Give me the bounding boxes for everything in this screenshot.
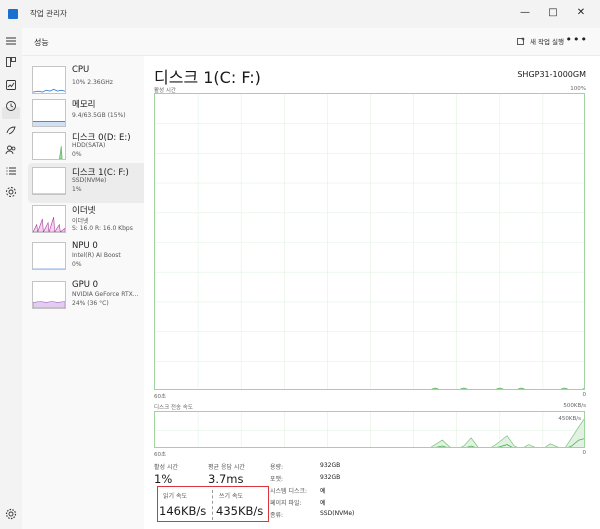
performance-icon[interactable] bbox=[5, 79, 17, 91]
maximize-button[interactable]: □ bbox=[546, 6, 560, 20]
stats-divider bbox=[212, 490, 213, 520]
device-name: CPU bbox=[72, 65, 90, 75]
capacity-value: 932GB bbox=[320, 462, 341, 469]
disk-detail-panel: 디스크 1(C: F:) SHGP31-1000GM 활성 시간 100% 60… bbox=[144, 56, 600, 529]
device-item-npu[interactable]: NPU 0 Intel(R) AI Boost 0% bbox=[28, 238, 160, 278]
npu-thumbnail-chart bbox=[32, 242, 66, 270]
disk-0-thumbnail-chart bbox=[32, 132, 66, 160]
device-detail: 10% 2.36GHz bbox=[72, 79, 113, 86]
active-time-chart-time-end: 0 bbox=[582, 392, 587, 398]
device-list: CPU 10% 2.36GHz 메모리 9.4/63.5GB (15%) 디스크… bbox=[22, 56, 160, 529]
device-type: NVIDIA GeForce RTX... bbox=[72, 291, 139, 298]
device-type: 이더넷 bbox=[72, 218, 89, 225]
device-usage: 1% bbox=[72, 186, 82, 193]
gpu-thumbnail-chart bbox=[32, 281, 66, 309]
settings-gear-icon[interactable] bbox=[5, 508, 17, 520]
device-usage: 0% bbox=[72, 261, 82, 268]
active-time-value: 1% bbox=[154, 472, 173, 486]
new-task-icon bbox=[517, 37, 525, 45]
page-file-value: 예 bbox=[320, 500, 326, 507]
system-disk-value: 예 bbox=[320, 488, 326, 495]
transfer-chart-svg bbox=[155, 412, 584, 447]
read-speed-value: 146KB/s bbox=[159, 504, 207, 518]
toolbar: 성능 새 작업 실행 ••• bbox=[22, 28, 600, 56]
active-time-area bbox=[431, 387, 584, 389]
device-name: 이더넷 bbox=[72, 206, 96, 216]
cpu-thumbnail-chart bbox=[32, 66, 66, 94]
title-bar: 작업 관리자 — □ ✕ bbox=[0, 0, 600, 28]
hamburger-menu-icon[interactable] bbox=[5, 35, 17, 47]
device-item-ethernet[interactable]: 이더넷 이더넷 S: 16.0 R: 16.0 Kbps bbox=[28, 201, 160, 241]
active-time-chart bbox=[154, 93, 585, 390]
run-new-task-label: 새 작업 실행 bbox=[529, 38, 564, 46]
active-time-chart-svg bbox=[155, 94, 584, 389]
device-item-disk-0[interactable]: 디스크 0(D: E:) HDD(SATA) 0% bbox=[28, 128, 160, 168]
active-time-chart-max: 100% bbox=[570, 86, 586, 92]
device-usage: 0% bbox=[72, 151, 82, 158]
details-icon[interactable] bbox=[5, 165, 17, 177]
write-speed-value: 435KB/s bbox=[216, 504, 264, 518]
window-title: 작업 관리자 bbox=[30, 9, 67, 18]
disk-model: SHGP31-1000GM bbox=[517, 70, 586, 79]
avg-response-label: 평균 응답 시간 bbox=[208, 464, 245, 471]
read-rate-series bbox=[435, 438, 584, 447]
device-usage: 24% (36 °C) bbox=[72, 300, 109, 307]
task-manager-icon bbox=[8, 9, 18, 19]
device-name: 메모리 bbox=[72, 100, 96, 110]
avg-response-value: 3.7ms bbox=[208, 472, 244, 486]
minimize-button[interactable]: — bbox=[518, 6, 532, 20]
startup-apps-icon[interactable] bbox=[5, 124, 17, 136]
navigation-rail bbox=[0, 28, 22, 529]
disk-1-thumbnail-chart bbox=[32, 167, 66, 195]
device-item-disk-1[interactable]: 디스크 1(C: F:) SSD(NVMe) 1% bbox=[28, 163, 160, 203]
page-title: 성능 bbox=[34, 38, 49, 47]
transfer-chart: 450KB/s bbox=[154, 411, 585, 448]
ethernet-thumbnail-chart bbox=[32, 205, 66, 233]
active-time-chart-time-start: 60초 bbox=[154, 394, 167, 400]
device-detail: 9.4/63.5GB (15%) bbox=[72, 112, 126, 119]
transfer-chart-time-start: 60초 bbox=[154, 452, 167, 458]
capacity-label: 용량: bbox=[270, 464, 284, 471]
processes-icon[interactable] bbox=[5, 56, 17, 68]
type-value: SSD(NVMe) bbox=[320, 510, 355, 517]
formatted-value: 932GB bbox=[320, 474, 341, 481]
device-type: Intel(R) AI Boost bbox=[72, 252, 121, 259]
transfer-chart-time-end: 0 bbox=[582, 450, 587, 456]
system-disk-label: 시스템 디스크: bbox=[270, 488, 308, 495]
device-type: HDD(SATA) bbox=[72, 142, 106, 149]
memory-thumbnail-chart bbox=[32, 99, 66, 127]
users-icon[interactable] bbox=[5, 144, 17, 156]
formatted-label: 포맷: bbox=[270, 476, 284, 483]
device-type: SSD(NVMe) bbox=[72, 177, 107, 184]
read-speed-label: 읽기 속도 bbox=[163, 493, 187, 500]
disk-stats: 활성 시간 1% 평균 응답 시간 3.7ms 읽기 속도 146KB/s 쓰기… bbox=[154, 460, 594, 525]
write-speed-label: 쓰기 속도 bbox=[219, 493, 243, 500]
services-icon[interactable] bbox=[5, 186, 17, 198]
run-new-task-button[interactable]: 새 작업 실행 bbox=[517, 36, 564, 46]
page-file-label: 페이지 파일: bbox=[270, 500, 302, 507]
active-time-label: 활성 시간 bbox=[154, 464, 178, 471]
app-history-icon[interactable] bbox=[5, 100, 17, 112]
write-rate-series bbox=[430, 418, 584, 447]
device-name: NPU 0 bbox=[72, 241, 98, 251]
close-button[interactable]: ✕ bbox=[574, 6, 588, 20]
device-item-gpu[interactable]: GPU 0 NVIDIA GeForce RTX... 24% (36 °C) bbox=[28, 277, 160, 317]
device-throughput: S: 16.0 R: 16.0 Kbps bbox=[72, 225, 133, 232]
device-name: GPU 0 bbox=[72, 280, 99, 290]
type-label: 종류: bbox=[270, 512, 284, 519]
more-options-button[interactable]: ••• bbox=[566, 33, 588, 46]
transfer-chart-inner-scale: 450KB/s bbox=[558, 416, 581, 422]
disk-title: 디스크 1(C: F:) bbox=[154, 68, 261, 87]
transfer-chart-max: 500KB/s bbox=[563, 403, 586, 409]
transfer-chart-label: 디스크 전송 속도 bbox=[154, 405, 193, 411]
